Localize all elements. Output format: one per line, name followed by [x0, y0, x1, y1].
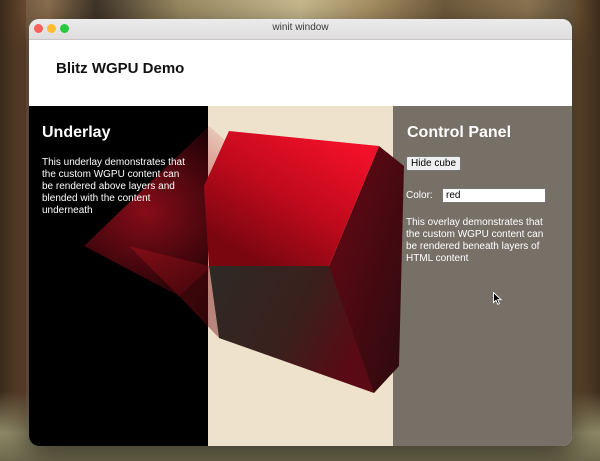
demo-content: Underlay This underlay demonstrates that…	[29, 106, 572, 446]
color-input[interactable]	[442, 188, 546, 203]
page-title: Blitz WGPU Demo	[56, 60, 185, 77]
window-title: winit window	[272, 22, 329, 33]
underlay-section: Underlay This underlay demonstrates that…	[29, 106, 208, 446]
mouse-cursor-icon	[493, 292, 502, 305]
color-label: Color:	[406, 190, 433, 201]
middle-section	[208, 106, 393, 446]
app-window: winit window Blitz WGPU Demo Underlay Th…	[29, 19, 572, 446]
hide-cube-button[interactable]: Hide cube	[406, 156, 462, 171]
title-bar[interactable]: winit window	[29, 19, 572, 40]
page-header: Blitz WGPU Demo	[29, 40, 572, 106]
underlay-description: This underlay demonstrates that the cust…	[42, 157, 185, 216]
underlay-heading: Underlay	[42, 124, 111, 141]
control-panel-description: This overlay demonstrates that the custo…	[406, 217, 544, 264]
control-panel-heading: Control Panel	[407, 124, 512, 141]
